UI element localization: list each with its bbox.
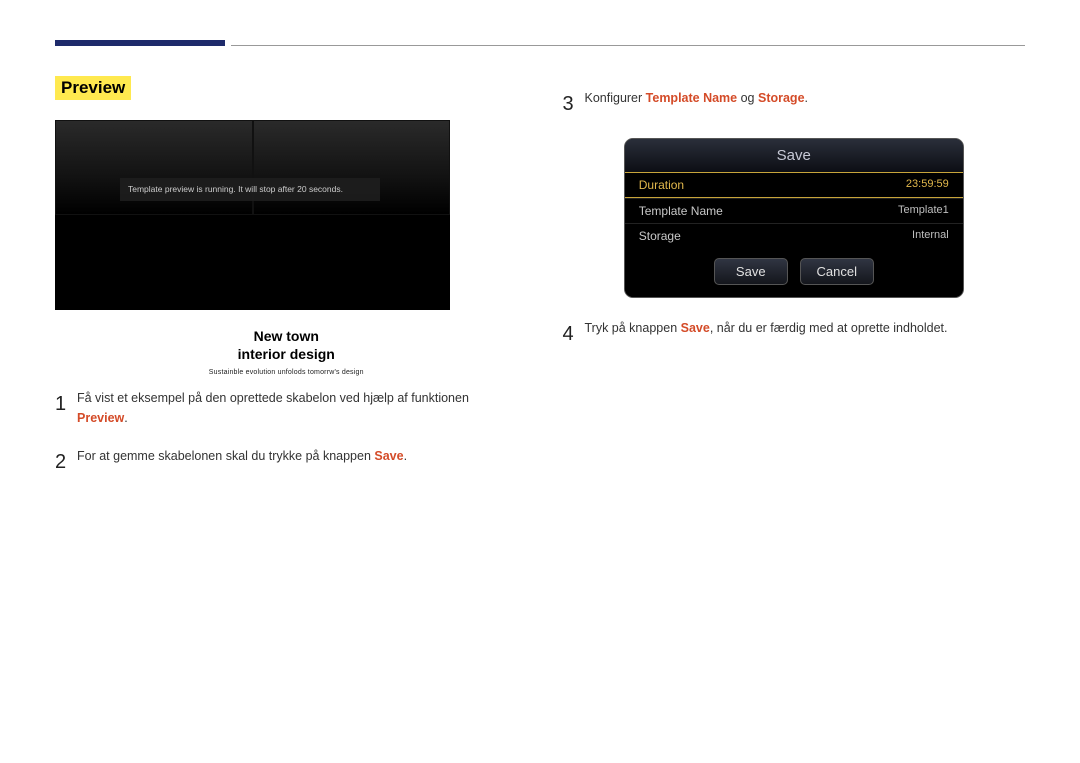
step-text: Få vist et eksempel på den oprettede ska… (77, 388, 518, 428)
save-button[interactable]: Save (714, 258, 788, 285)
headline-line-1: New town (254, 328, 319, 344)
dialog-row-template-name[interactable]: Template Name Template1 (625, 198, 963, 223)
row-label: Template Name (639, 204, 723, 218)
step-number: 2 (55, 446, 77, 478)
left-column: Preview Template preview is running. It … (55, 76, 518, 496)
preview-screenshot: Template preview is running. It will sto… (55, 120, 450, 310)
row-value: Internal (912, 229, 949, 243)
keyword-save: Save (374, 449, 403, 463)
dialog-title: Save (625, 139, 963, 172)
right-column: 3 Konfigurer Template Name og Storage. S… (563, 76, 1026, 496)
row-label: Storage (639, 229, 681, 243)
step-text-fragment: . (404, 449, 407, 463)
header-divider (231, 45, 1025, 46)
row-value: Template1 (898, 204, 949, 218)
keyword-storage: Storage (758, 91, 805, 105)
header-bar (55, 40, 1025, 46)
step-text-fragment: . (805, 91, 808, 105)
row-label: Duration (639, 178, 684, 192)
accent-bar (55, 40, 225, 46)
step-1: 1 Få vist et eksempel på den oprettede s… (55, 388, 518, 428)
step-4: 4 Tryk på knappen Save, når du er færdig… (563, 318, 1026, 350)
save-dialog: Save Duration 23:59:59 Template Name Tem… (624, 138, 964, 298)
step-3: 3 Konfigurer Template Name og Storage. (563, 88, 1026, 120)
step-text-fragment: Tryk på knappen (585, 321, 681, 335)
keyword-template-name: Template Name (646, 91, 737, 105)
step-text-fragment: . (124, 411, 127, 425)
step-number: 1 (55, 388, 77, 420)
step-text-fragment: For at gemme skabelonen skal du trykke p… (77, 449, 374, 463)
step-text: Tryk på knappen Save, når du er færdig m… (585, 318, 1026, 338)
step-text-fragment: Få vist et eksempel på den oprettede ska… (77, 391, 469, 405)
section-title: Preview (55, 76, 131, 100)
step-2: 2 For at gemme skabelonen skal du trykke… (55, 446, 518, 478)
step-number: 3 (563, 88, 585, 120)
dialog-button-row: Save Cancel (625, 248, 963, 297)
step-number: 4 (563, 318, 585, 350)
step-text-fragment: og (737, 91, 758, 105)
step-text-fragment: Konfigurer (585, 91, 646, 105)
row-value: 23:59:59 (906, 178, 949, 192)
keyword-save: Save (681, 321, 710, 335)
keyword-preview: Preview (77, 411, 124, 425)
cancel-button[interactable]: Cancel (800, 258, 874, 285)
dialog-row-duration[interactable]: Duration 23:59:59 (625, 172, 963, 198)
headline-line-2: interior design (238, 346, 335, 362)
step-text: Konfigurer Template Name og Storage. (585, 88, 1026, 108)
step-text: For at gemme skabelonen skal du trykke p… (77, 446, 518, 466)
preview-running-message: Template preview is running. It will sto… (120, 178, 380, 201)
dialog-row-storage[interactable]: Storage Internal (625, 223, 963, 248)
step-text-fragment: , når du er færdig med at oprette indhol… (710, 321, 948, 335)
preview-headline: New town interior design (55, 328, 518, 363)
preview-tagline: Sustainble evolution unfolods tomorrw's … (55, 369, 518, 376)
